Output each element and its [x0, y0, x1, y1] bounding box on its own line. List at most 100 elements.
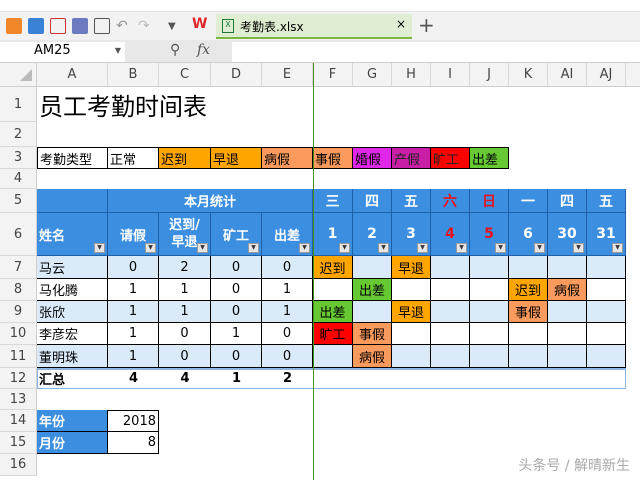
stat-cell[interactable]: 0: [211, 256, 262, 279]
attendance-cell[interactable]: [431, 279, 470, 301]
more-dropdown-icon[interactable]: ▼: [168, 21, 184, 37]
month-value[interactable]: 8: [108, 432, 159, 454]
filter-dropdown-icon[interactable]: ▼: [378, 243, 389, 253]
column-header-J[interactable]: J: [470, 63, 509, 87]
attendance-mark[interactable]: 出差: [353, 279, 392, 301]
attendance-cell[interactable]: [431, 256, 470, 279]
row-header-11[interactable]: 11: [0, 345, 37, 368]
header-blank[interactable]: [37, 189, 108, 213]
year-label[interactable]: 年份: [37, 410, 108, 432]
attendance-cell[interactable]: [587, 256, 626, 279]
legend-type-4[interactable]: 事假: [313, 147, 353, 169]
stat-cell[interactable]: 1: [108, 345, 159, 368]
attendance-cell[interactable]: [431, 323, 470, 345]
column-header-AI[interactable]: AI: [548, 63, 587, 87]
attendance-cell[interactable]: [353, 256, 392, 279]
attendance-cell[interactable]: [509, 323, 548, 345]
column-header-E[interactable]: E: [262, 63, 313, 87]
filter-dropdown-icon[interactable]: ▼: [197, 243, 208, 253]
row-header-5[interactable]: 5: [0, 189, 37, 213]
filter-dropdown-icon[interactable]: ▼: [495, 243, 506, 253]
weekday-2[interactable]: 四: [353, 189, 392, 213]
filter-dropdown-icon[interactable]: ▼: [417, 243, 428, 253]
row-header-14[interactable]: 14: [0, 410, 37, 432]
sheet-title[interactable]: 员工考勤时间表: [37, 87, 313, 122]
new-tab-button[interactable]: +: [418, 13, 435, 37]
attendance-mark[interactable]: 早退: [392, 256, 431, 279]
stat-cell[interactable]: 1: [262, 279, 313, 301]
row-header-9[interactable]: 9: [0, 301, 37, 323]
weekday-4[interactable]: 六: [431, 189, 470, 213]
row-header-15[interactable]: 15: [0, 432, 37, 454]
attendance-cell[interactable]: [587, 345, 626, 368]
attendance-cell[interactable]: [509, 345, 548, 368]
row-header-2[interactable]: 2: [0, 122, 37, 147]
header-late[interactable]: 迟到/早退 ▼: [159, 213, 211, 256]
attendance-cell[interactable]: [548, 256, 587, 279]
column-header-K[interactable]: K: [509, 63, 548, 87]
attendance-mark[interactable]: 旷工: [313, 323, 353, 345]
attendance-cell[interactable]: [548, 323, 587, 345]
attendance-cell[interactable]: [470, 301, 509, 323]
header-trip[interactable]: 出差 ▼: [262, 213, 313, 256]
header-day-1[interactable]: 1 ▼: [313, 213, 353, 256]
header-day-30[interactable]: 30 ▼: [548, 213, 587, 256]
print-preview-icon[interactable]: [94, 18, 110, 34]
header-absent[interactable]: 矿工 ▼: [211, 213, 262, 256]
stat-cell[interactable]: 1: [108, 279, 159, 301]
weekday-5[interactable]: 日: [470, 189, 509, 213]
stat-cell[interactable]: 0: [262, 323, 313, 345]
fx-button[interactable]: fx: [197, 42, 210, 58]
attendance-cell[interactable]: [548, 301, 587, 323]
stat-cell[interactable]: 0: [211, 279, 262, 301]
attendance-cell[interactable]: [509, 256, 548, 279]
employee-name[interactable]: 李彦宏: [37, 323, 108, 345]
stat-cell[interactable]: 2: [159, 256, 211, 279]
stat-cell[interactable]: 0: [262, 256, 313, 279]
stat-cell[interactable]: 1: [262, 301, 313, 323]
row-header-6[interactable]: 6: [0, 213, 37, 256]
stat-cell[interactable]: 1: [108, 301, 159, 323]
header-day-5[interactable]: 5 ▼: [470, 213, 509, 256]
attendance-cell[interactable]: [548, 345, 587, 368]
row-header-4[interactable]: 4: [0, 169, 37, 189]
legend-label[interactable]: 考勤类型: [37, 147, 108, 169]
filter-dropdown-icon[interactable]: ▼: [573, 243, 584, 253]
attendance-cell[interactable]: [587, 279, 626, 301]
export-pdf-icon[interactable]: [50, 18, 66, 34]
weekday-1[interactable]: 三: [313, 189, 353, 213]
header-day-4[interactable]: 4 ▼: [431, 213, 470, 256]
column-header-G[interactable]: G: [353, 63, 392, 87]
attendance-mark[interactable]: 出差: [313, 301, 353, 323]
row-header-16[interactable]: 16: [0, 454, 37, 476]
redo-icon[interactable]: ↷: [138, 18, 154, 34]
attendance-cell[interactable]: [470, 345, 509, 368]
attendance-cell[interactable]: [313, 279, 353, 301]
chevron-down-icon[interactable]: ▼: [115, 46, 121, 55]
column-header-F[interactable]: F: [313, 63, 353, 87]
formula-input[interactable]: [232, 42, 640, 62]
attendance-cell[interactable]: [587, 301, 626, 323]
legend-type-7[interactable]: 旷工: [431, 147, 470, 169]
employee-name[interactable]: 马云: [37, 256, 108, 279]
filter-dropdown-icon[interactable]: ▼: [94, 243, 105, 253]
attendance-mark[interactable]: 迟到: [509, 279, 548, 301]
legend-type-2[interactable]: 早退: [211, 147, 262, 169]
year-value[interactable]: 2018: [108, 410, 159, 432]
row-header-10[interactable]: 10: [0, 323, 37, 345]
stat-cell[interactable]: 0: [211, 345, 262, 368]
stats-header[interactable]: 本月统计: [108, 189, 313, 213]
stat-cell[interactable]: 0: [159, 345, 211, 368]
column-header-D[interactable]: D: [211, 63, 262, 87]
header-day-3[interactable]: 3 ▼: [392, 213, 431, 256]
legend-type-8[interactable]: 出差: [470, 147, 509, 169]
weekday-30[interactable]: 四: [548, 189, 587, 213]
employee-name[interactable]: 马化腾: [37, 279, 108, 301]
legend-type-1[interactable]: 迟到: [159, 147, 211, 169]
attendance-mark[interactable]: 病假: [353, 345, 392, 368]
name-box[interactable]: AM25 ▼: [0, 42, 125, 62]
row-header-13[interactable]: 13: [0, 389, 37, 410]
attendance-cell[interactable]: [392, 323, 431, 345]
legend-type-3[interactable]: 病假: [262, 147, 313, 169]
attendance-mark[interactable]: 病假: [548, 279, 587, 301]
